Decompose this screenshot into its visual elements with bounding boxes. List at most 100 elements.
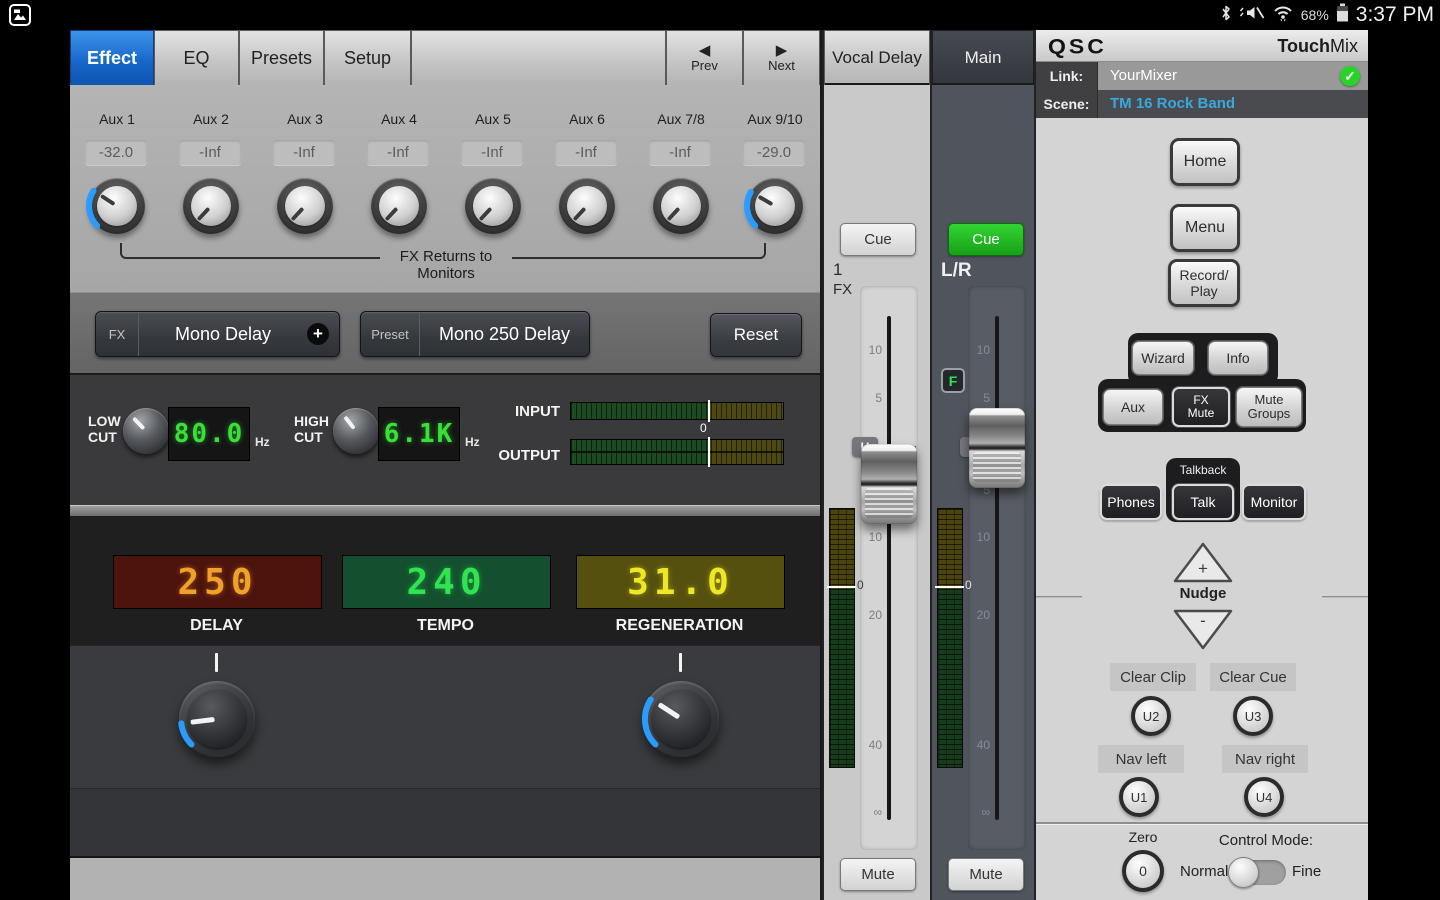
user-button-u2[interactable]: U2 — [1131, 696, 1171, 736]
link-label: Link: — [1036, 62, 1098, 90]
link-value[interactable]: YourMixer — [1110, 67, 1177, 84]
preset-tag: Preset — [361, 312, 420, 356]
wizard-button[interactable]: Wizard — [1132, 341, 1194, 375]
nav-left-label: Nav left — [1098, 745, 1184, 773]
fx-type-button[interactable]: FX Mono Delay + — [95, 311, 340, 357]
main-cue-button[interactable]: Cue — [948, 223, 1024, 256]
regeneration-display[interactable]: 31.0 — [576, 555, 785, 609]
home-button[interactable]: Home — [1170, 138, 1240, 186]
prev-button[interactable]: ◀ Prev — [666, 30, 743, 85]
fx-preset-button[interactable]: Preset Mono 250 Delay — [360, 311, 590, 357]
battery-icon — [1336, 3, 1349, 27]
tab-setup[interactable]: Setup — [324, 30, 411, 85]
aux-send-knob[interactable] — [277, 178, 333, 234]
high-cut-display[interactable]: 6.1K — [378, 407, 460, 461]
main-mute-button[interactable]: Mute — [948, 858, 1024, 891]
aux-send-value[interactable]: -Inf — [367, 140, 429, 165]
product-name: TouchMix — [1277, 36, 1358, 57]
knob-tick — [679, 653, 682, 672]
aux-send-value[interactable]: -Inf — [461, 140, 523, 165]
nudge-down-button[interactable]: - — [1172, 608, 1234, 652]
next-arrow-icon: ▶ — [776, 43, 788, 58]
fx-add-icon[interactable]: + — [307, 323, 329, 345]
tab-eq[interactable]: EQ — [154, 30, 239, 85]
aux-send-knob[interactable] — [653, 178, 709, 234]
high-cut-knob[interactable] — [333, 408, 379, 454]
aux-send-value[interactable]: -Inf — [179, 140, 241, 165]
scene-row[interactable]: Scene: TM 16 Rock Band — [1036, 90, 1368, 118]
aux-send-knob[interactable] — [183, 178, 239, 234]
fx-mute-button[interactable]: FXMute — [1172, 387, 1230, 427]
fader-track[interactable]: 10 5 U 5 10 20 40 ∞ — [968, 286, 1026, 850]
screenshot-gallery-icon[interactable] — [8, 3, 32, 32]
control-mode-toggle[interactable] — [1232, 860, 1286, 885]
fader-handle[interactable] — [861, 444, 917, 524]
aux-button[interactable]: Aux — [1103, 389, 1163, 425]
menu-button[interactable]: Menu — [1170, 204, 1240, 252]
link-row[interactable]: Link: YourMixer ✓ — [1036, 62, 1368, 90]
zero-label: Zero — [1122, 829, 1164, 845]
parameter-display-section: 250 DELAY 240 TEMPO 31.0 REGENERATION — [70, 517, 820, 645]
knob-face — [379, 186, 419, 226]
record-play-button[interactable]: Record/Play — [1168, 259, 1240, 307]
fx-cue-button[interactable]: Cue — [840, 223, 916, 256]
remote-control-panel: QSC TouchMix Link: YourMixer ✓ Scene: TM… — [1036, 30, 1368, 900]
tempo-display[interactable]: 240 — [342, 555, 551, 609]
parameter-knob-section — [70, 645, 820, 788]
tab-spacer — [411, 30, 666, 85]
talkback-label: Talkback — [1166, 463, 1240, 477]
fader-scale-mark: 40 — [968, 738, 990, 752]
talk-button[interactable]: Talk — [1172, 484, 1234, 520]
delay-knob[interactable] — [179, 681, 255, 757]
monitor-button[interactable]: Monitor — [1242, 484, 1306, 520]
zero-button[interactable]: 0 — [1122, 850, 1164, 892]
low-cut-display[interactable]: 80.0 — [168, 407, 250, 461]
phones-button[interactable]: Phones — [1100, 484, 1162, 520]
knob-pointer — [343, 416, 355, 430]
nudge-up-button[interactable]: + — [1172, 540, 1234, 584]
section-divider — [70, 505, 820, 517]
tab-effect[interactable]: Effect — [70, 30, 154, 85]
aux-send-value[interactable]: -Inf — [273, 140, 335, 165]
aux-send-knob[interactable] — [89, 178, 145, 234]
aux-send-value[interactable]: -Inf — [555, 140, 617, 165]
nudge-divider-right — [1322, 596, 1368, 598]
aux-send-value[interactable]: -32.0 — [85, 140, 147, 165]
aux-send-knob[interactable] — [465, 178, 521, 234]
next-button[interactable]: ▶ Next — [743, 30, 820, 85]
low-cut-label: LOW CUT — [88, 413, 121, 445]
clear-cue-label: Clear Cue — [1210, 663, 1296, 691]
meter-zero-tick — [827, 586, 856, 588]
user-button-u4[interactable]: U4 — [1244, 777, 1284, 817]
user-button-u3[interactable]: U3 — [1233, 696, 1273, 736]
fader-scale-mark: ∞ — [860, 805, 882, 819]
regeneration-knob[interactable] — [643, 681, 719, 757]
aux-send-knob[interactable] — [559, 178, 615, 234]
tab-presets[interactable]: Presets — [239, 30, 324, 85]
brand-header: QSC TouchMix — [1036, 30, 1368, 62]
fader-track[interactable]: 10 5 U 5 10 20 40 ∞ — [860, 286, 918, 850]
user-button-u1[interactable]: U1 — [1119, 777, 1159, 817]
link-connected-check-icon: ✓ — [1340, 66, 1360, 86]
strip-title-tab[interactable]: Vocal Delay — [824, 30, 930, 85]
fader-slot — [995, 316, 999, 820]
toggle-knob[interactable] — [1228, 857, 1259, 888]
low-cut-knob[interactable] — [123, 408, 169, 454]
aux-send-knob[interactable] — [371, 178, 427, 234]
aux-send-value[interactable]: -Inf — [649, 140, 711, 165]
reset-button[interactable]: Reset — [710, 313, 802, 357]
next-label: Next — [768, 58, 795, 73]
fader-bank-flag[interactable]: F — [941, 368, 965, 393]
mute-groups-button[interactable]: MuteGroups — [1236, 387, 1302, 427]
aux-send-value[interactable]: -29.0 — [743, 140, 805, 165]
main-tab[interactable]: Main — [932, 30, 1034, 85]
scene-value[interactable]: TM 16 Rock Band — [1110, 95, 1235, 112]
preset-name: Mono 250 Delay — [420, 324, 589, 345]
info-button[interactable]: Info — [1208, 341, 1268, 375]
aux-send-knob[interactable] — [747, 178, 803, 234]
fx-mute-button[interactable]: Mute — [840, 858, 916, 891]
clear-clip-label: Clear Clip — [1110, 663, 1196, 691]
fader-handle[interactable] — [969, 408, 1025, 488]
nudge-minus-label: - — [1172, 611, 1234, 631]
delay-display[interactable]: 250 — [113, 555, 322, 609]
